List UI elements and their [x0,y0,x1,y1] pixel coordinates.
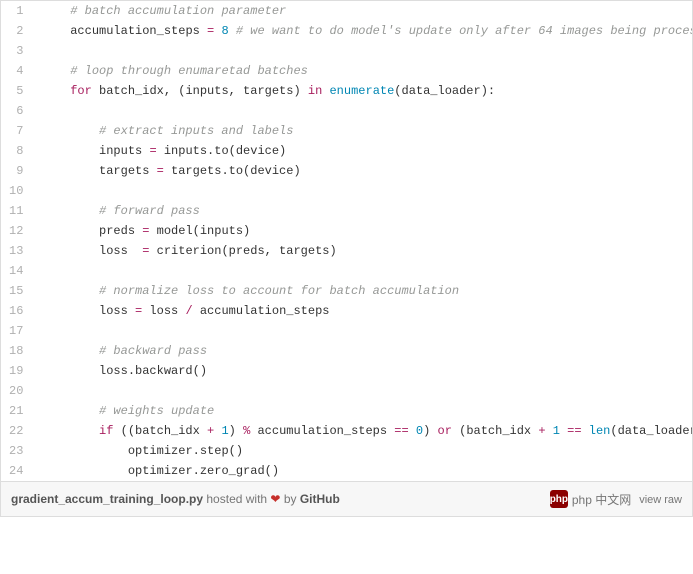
line-content: inputs = inputs.to(device) [31,141,692,161]
line-number: 13 [1,241,31,261]
footer-right: php php 中文网 view raw [550,490,682,508]
code-line: 11 # forward pass [1,201,692,221]
badge-text: php 中文网 [572,491,631,508]
code-line: 8 inputs = inputs.to(device) [1,141,692,161]
code-block: 1 # batch accumulation parameter2 accumu… [1,1,692,481]
code-line: 16 loss = loss / accumulation_steps [1,301,692,321]
line-content: # loop through enumaretad batches [31,61,692,81]
line-content: # extract inputs and labels [31,121,692,141]
line-number: 10 [1,181,31,201]
code-table: 1 # batch accumulation parameter2 accumu… [1,1,692,481]
line-number: 23 [1,441,31,461]
view-raw-link[interactable]: view raw [639,494,682,506]
heart-icon: ❤ [270,492,280,506]
gist-footer: gradient_accum_training_loop.py hosted w… [1,481,692,516]
line-number: 5 [1,81,31,101]
line-content [31,41,692,61]
line-number: 6 [1,101,31,121]
code-line: 22 if ((batch_idx + 1) % accumulation_st… [1,421,692,441]
line-content: preds = model(inputs) [31,221,692,241]
code-line: 23 optimizer.step() [1,441,692,461]
line-number: 8 [1,141,31,161]
code-line: 13 loss = criterion(preds, targets) [1,241,692,261]
line-number: 18 [1,341,31,361]
line-number: 1 [1,1,31,21]
line-number: 16 [1,301,31,321]
line-content: # batch accumulation parameter [31,1,692,21]
filename-link[interactable]: gradient_accum_training_loop.py [11,492,203,506]
code-line: 21 # weights update [1,401,692,421]
github-link[interactable]: GitHub [300,492,340,506]
line-number: 2 [1,21,31,41]
line-content: optimizer.step() [31,441,692,461]
line-content: # forward pass [31,201,692,221]
line-number: 24 [1,461,31,481]
line-number: 20 [1,381,31,401]
code-line: 1 # batch accumulation parameter [1,1,692,21]
code-line: 4 # loop through enumaretad batches [1,61,692,81]
code-line: 14 [1,261,692,281]
code-line: 15 # normalize loss to account for batch… [1,281,692,301]
line-content: loss.backward() [31,361,692,381]
line-content: targets = targets.to(device) [31,161,692,181]
code-line: 9 targets = targets.to(device) [1,161,692,181]
code-line: 18 # backward pass [1,341,692,361]
php-icon: php [550,490,568,508]
line-content: # backward pass [31,341,692,361]
hosted-text: hosted with [203,492,270,506]
line-content: optimizer.zero_grad() [31,461,692,481]
line-number: 21 [1,401,31,421]
line-content: accumulation_steps = 8 # we want to do m… [31,21,692,41]
footer-left: gradient_accum_training_loop.py hosted w… [11,492,340,506]
line-content [31,101,692,121]
code-line: 2 accumulation_steps = 8 # we want to do… [1,21,692,41]
line-number: 3 [1,41,31,61]
code-line: 19 loss.backward() [1,361,692,381]
line-content: if ((batch_idx + 1) % accumulation_steps… [31,421,692,441]
line-content [31,381,692,401]
code-line: 12 preds = model(inputs) [1,221,692,241]
line-number: 7 [1,121,31,141]
line-content [31,181,692,201]
line-number: 12 [1,221,31,241]
code-line: 3 [1,41,692,61]
code-line: 20 [1,381,692,401]
code-line: 17 [1,321,692,341]
line-number: 14 [1,261,31,281]
line-content: loss = loss / accumulation_steps [31,301,692,321]
code-line: 5 for batch_idx, (inputs, targets) in en… [1,81,692,101]
line-content [31,321,692,341]
site-badge: php php 中文网 [550,490,631,508]
line-content: for batch_idx, (inputs, targets) in enum… [31,81,692,101]
line-number: 15 [1,281,31,301]
line-number: 11 [1,201,31,221]
line-number: 17 [1,321,31,341]
by-text: by [280,492,299,506]
line-content: loss = criterion(preds, targets) [31,241,692,261]
line-number: 22 [1,421,31,441]
line-number: 4 [1,61,31,81]
line-number: 19 [1,361,31,381]
line-content [31,261,692,281]
line-number: 9 [1,161,31,181]
code-line: 7 # extract inputs and labels [1,121,692,141]
code-line: 10 [1,181,692,201]
line-content: # weights update [31,401,692,421]
code-line: 24 optimizer.zero_grad() [1,461,692,481]
code-line: 6 [1,101,692,121]
line-content: # normalize loss to account for batch ac… [31,281,692,301]
